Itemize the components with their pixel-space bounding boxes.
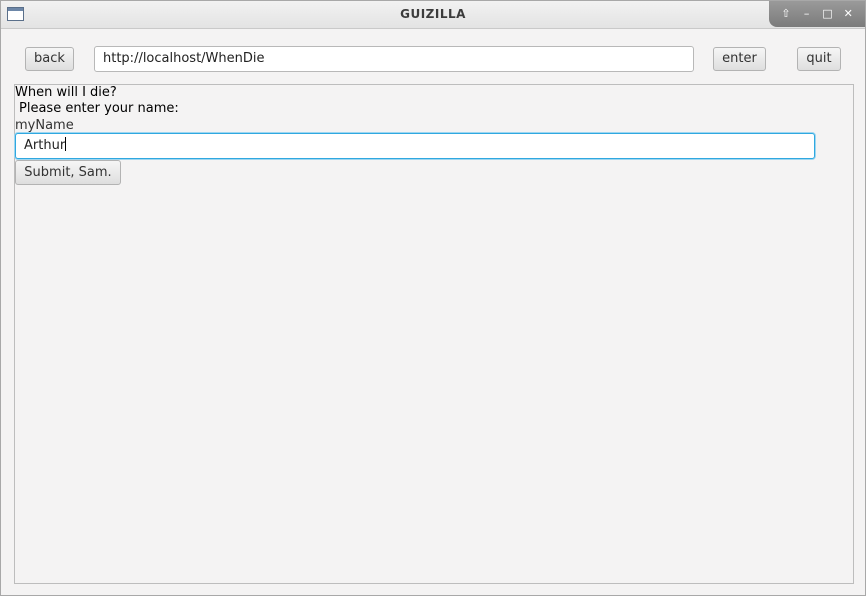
window-controls: ⇧ – □ ✕ xyxy=(769,1,865,27)
name-input-value: Arthur xyxy=(24,138,66,153)
app-window: GUIZILLA ⇧ – □ ✕ back http://localhost/W… xyxy=(0,0,866,596)
enter-button[interactable]: enter xyxy=(713,47,766,71)
window-title: GUIZILLA xyxy=(400,7,466,21)
quit-button[interactable]: quit xyxy=(797,47,841,71)
back-button[interactable]: back xyxy=(25,47,74,71)
maximize-icon[interactable]: □ xyxy=(819,6,835,22)
minimize-icon[interactable]: – xyxy=(799,6,815,22)
submit-button[interactable]: Submit, Sam. xyxy=(15,160,121,185)
text-caret xyxy=(65,137,67,151)
name-input[interactable]: Arthur xyxy=(15,133,815,159)
close-icon[interactable]: ✕ xyxy=(840,6,856,22)
title-bar[interactable]: GUIZILLA ⇧ – □ ✕ xyxy=(1,1,865,29)
page-heading: When will I die? xyxy=(15,85,117,100)
shade-icon[interactable]: ⇧ xyxy=(778,6,794,22)
name-field-label: myName xyxy=(15,118,74,133)
page-content: When will I die? Please enter your name:… xyxy=(14,84,854,584)
name-prompt: Please enter your name: xyxy=(19,101,179,116)
url-input[interactable]: http://localhost/WhenDie xyxy=(94,46,694,72)
